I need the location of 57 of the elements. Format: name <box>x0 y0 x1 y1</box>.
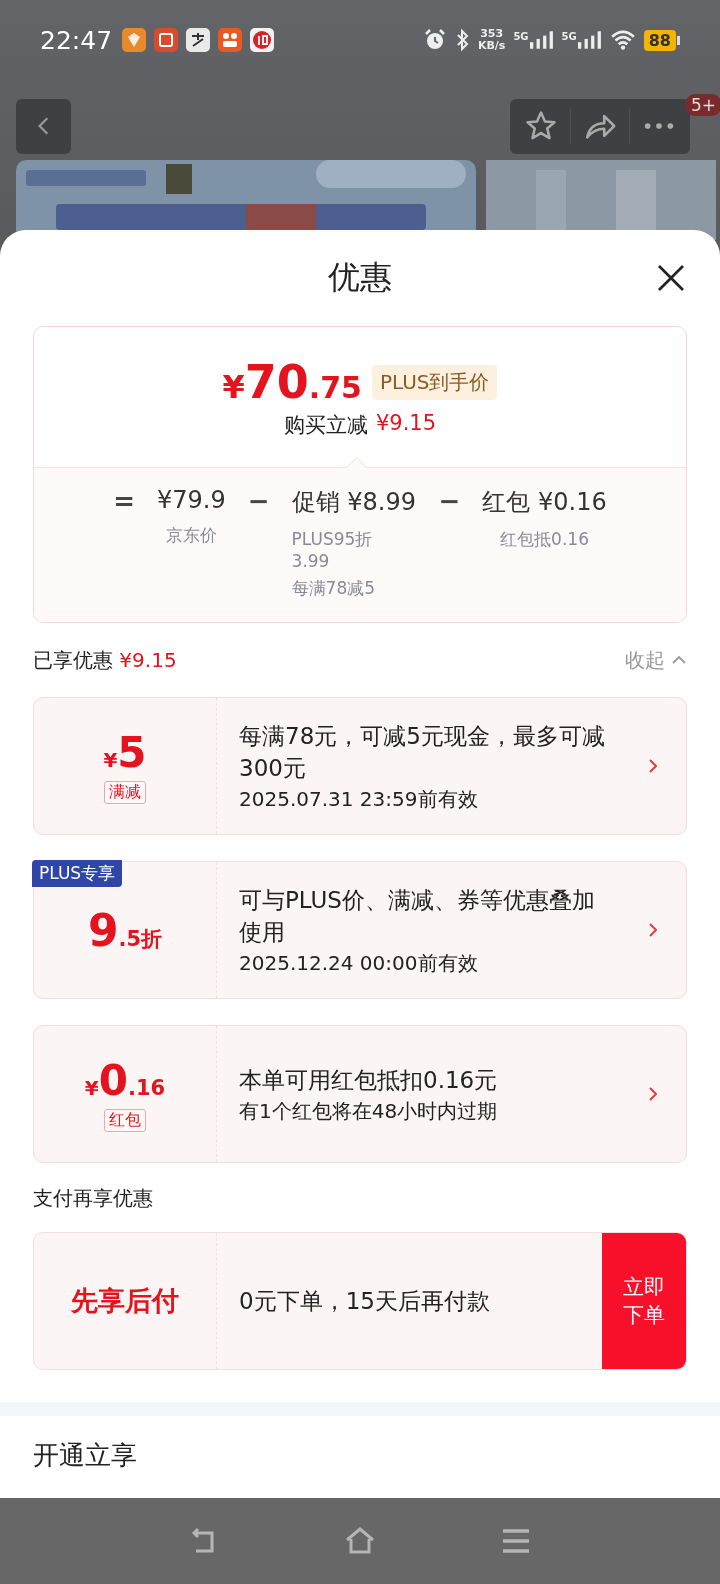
section-title: 开通立享 <box>33 1439 138 1472</box>
operator: − <box>247 486 270 518</box>
final-price: ¥70.75 <box>222 355 362 409</box>
coupon-card[interactable]: ¥5 满减 每满78元，可减5元现金，最多可减300元 2025.07.31 23:59前有效 <box>33 697 687 835</box>
price-note: 京东价 <box>165 524 217 547</box>
operator: − <box>438 486 461 518</box>
sheet-title: 优惠 <box>328 257 392 298</box>
app-icon <box>154 28 179 52</box>
order-button[interactable]: 立即下单 <box>602 1233 686 1369</box>
price-component: 红包 ¥0.16 <box>482 487 607 518</box>
price-component: 促销 ¥8.99 <box>291 487 416 518</box>
network-speed: 353 <box>480 28 504 40</box>
coupon-type-tag: 红包 <box>104 1109 146 1132</box>
saving-label: 购买立减 <box>283 412 368 439</box>
price-component: ¥79.9 <box>157 486 226 514</box>
app-icon <box>250 28 275 52</box>
coupon-card[interactable]: ¥0.16 红包 本单可用红包抵扣0.16元 有1个红包将在48小时内过期 <box>33 1025 687 1163</box>
notification-badge: 5+ <box>684 93 720 116</box>
payment-method-name: 先享后付 <box>71 1284 179 1318</box>
price-note: 每满78减5 <box>291 577 376 600</box>
battery-level: 88 <box>643 29 676 51</box>
bluetooth-icon <box>455 28 470 52</box>
app-icon <box>186 28 211 52</box>
home-icon[interactable] <box>344 1525 376 1557</box>
price-tag: PLUS到手价 <box>371 364 498 400</box>
network-speed-unit: KB/s <box>477 40 506 52</box>
coupon-validity: 2025.07.31 23:59前有效 <box>239 785 479 813</box>
price-note: PLUS95折 3.99 <box>291 528 374 571</box>
coupon-validity: 2025.12.24 00:00前有效 <box>239 949 479 977</box>
app-icon <box>122 28 147 52</box>
saving-amount: ¥9.15 <box>375 411 437 437</box>
section-title: 已享优惠 ¥9.15 <box>33 646 177 674</box>
coupon-value: 9.5折 <box>87 904 163 956</box>
coupon-description: 本单可用红包抵扣0.16元 <box>239 1065 499 1095</box>
network-type: 5G <box>513 31 529 42</box>
coupon-description: 可与PLUS价、满减、券等优惠叠加使用 <box>239 885 596 947</box>
status-time: 22:47 <box>40 25 113 55</box>
signal-icon <box>529 31 554 49</box>
section-title: 支付再享优惠 <box>33 1185 154 1212</box>
coupon-type-tag: 满减 <box>104 781 146 804</box>
payment-offer-description: 0元下单，15天后再付款 <box>239 1286 491 1316</box>
chevron-right-icon <box>648 922 658 938</box>
coupon-card[interactable]: PLUS专享 9.5折 可与PLUS价、满减、券等优惠叠加使用 2025.12.24 00:00前有效 <box>33 861 687 999</box>
network-type: 5G <box>561 31 577 42</box>
signal-icon <box>577 31 602 49</box>
coupon-description: 每满78元，可减5元现金，最多可减300元 <box>239 721 606 783</box>
plus-badge: PLUS专享 <box>32 860 123 887</box>
wifi-icon <box>609 28 636 52</box>
coupon-value: ¥0.16 <box>84 1056 166 1105</box>
chevron-up-icon <box>671 655 687 665</box>
chevron-right-icon <box>648 758 658 774</box>
coupon-value: ¥5 <box>103 728 147 777</box>
coupon-validity: 有1个红包将在48小时内过期 <box>239 1097 499 1125</box>
app-icon <box>218 28 243 52</box>
price-note: 红包抵0.16 <box>500 528 589 551</box>
chevron-right-icon <box>648 1086 658 1102</box>
operator: = <box>113 486 136 518</box>
